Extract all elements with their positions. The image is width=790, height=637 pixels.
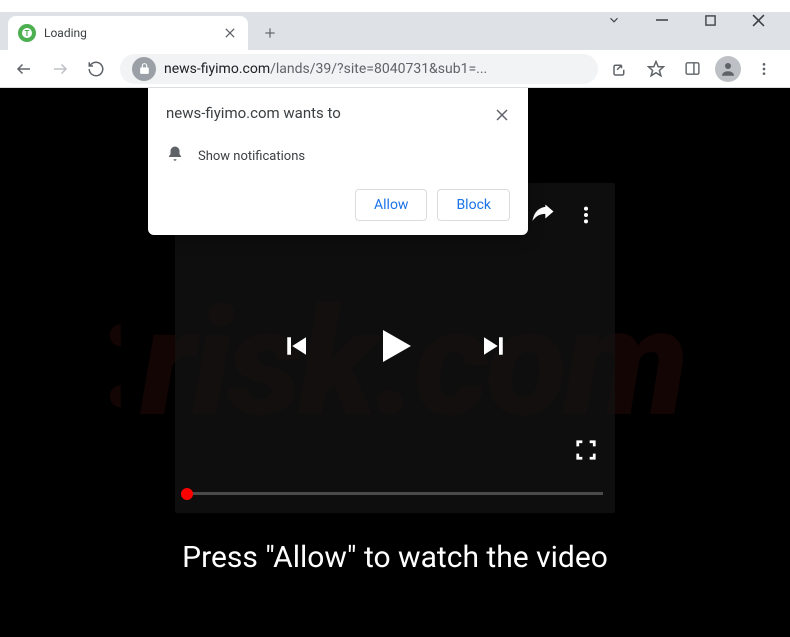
- browser-tab[interactable]: T Loading: [8, 16, 248, 50]
- side-panel-icon[interactable]: [678, 55, 706, 83]
- page-content: ◐◐risk.com Pres: [0, 88, 790, 637]
- tab-close-button[interactable]: [222, 25, 238, 41]
- play-icon[interactable]: [371, 322, 419, 374]
- share-page-icon[interactable]: [606, 55, 634, 83]
- permission-request-text: Show notifications: [198, 149, 305, 164]
- forward-button[interactable]: [44, 53, 76, 85]
- back-button[interactable]: [8, 53, 40, 85]
- block-button[interactable]: Block: [437, 189, 510, 221]
- fullscreen-icon[interactable]: [575, 439, 597, 465]
- menu-button[interactable]: [750, 55, 778, 83]
- permission-close-button[interactable]: [494, 104, 510, 127]
- lock-icon[interactable]: [132, 57, 156, 81]
- reload-button[interactable]: [80, 53, 112, 85]
- permission-title: news-fiyimo.com wants to: [166, 104, 341, 122]
- bookmark-star-icon[interactable]: [642, 55, 670, 83]
- address-bar[interactable]: news-fiyimo.com/lands/39/?site=8040731&s…: [120, 54, 598, 84]
- share-icon[interactable]: [529, 201, 557, 233]
- favicon-icon: T: [18, 24, 36, 42]
- page-caption: Press "Allow" to watch the video: [0, 540, 790, 575]
- maximize-button[interactable]: [698, 8, 722, 32]
- previous-track-icon[interactable]: [281, 331, 311, 365]
- profile-avatar[interactable]: [714, 55, 742, 83]
- chevron-down-icon[interactable]: [602, 8, 626, 32]
- browser-toolbar: news-fiyimo.com/lands/39/?site=8040731&s…: [0, 50, 790, 88]
- minimize-button[interactable]: [650, 8, 674, 32]
- video-progress-bar[interactable]: [187, 492, 603, 495]
- bell-icon: [166, 145, 184, 167]
- next-track-icon[interactable]: [479, 331, 509, 365]
- notification-permission-prompt: news-fiyimo.com wants to Show notificati…: [148, 88, 528, 235]
- progress-scrubber[interactable]: [181, 488, 193, 500]
- new-tab-button[interactable]: [256, 19, 284, 47]
- more-icon[interactable]: [575, 204, 597, 230]
- close-window-button[interactable]: [746, 8, 770, 32]
- allow-button[interactable]: Allow: [355, 189, 427, 221]
- url-text: news-fiyimo.com/lands/39/?site=8040731&s…: [164, 61, 487, 77]
- tab-title: Loading: [44, 26, 214, 40]
